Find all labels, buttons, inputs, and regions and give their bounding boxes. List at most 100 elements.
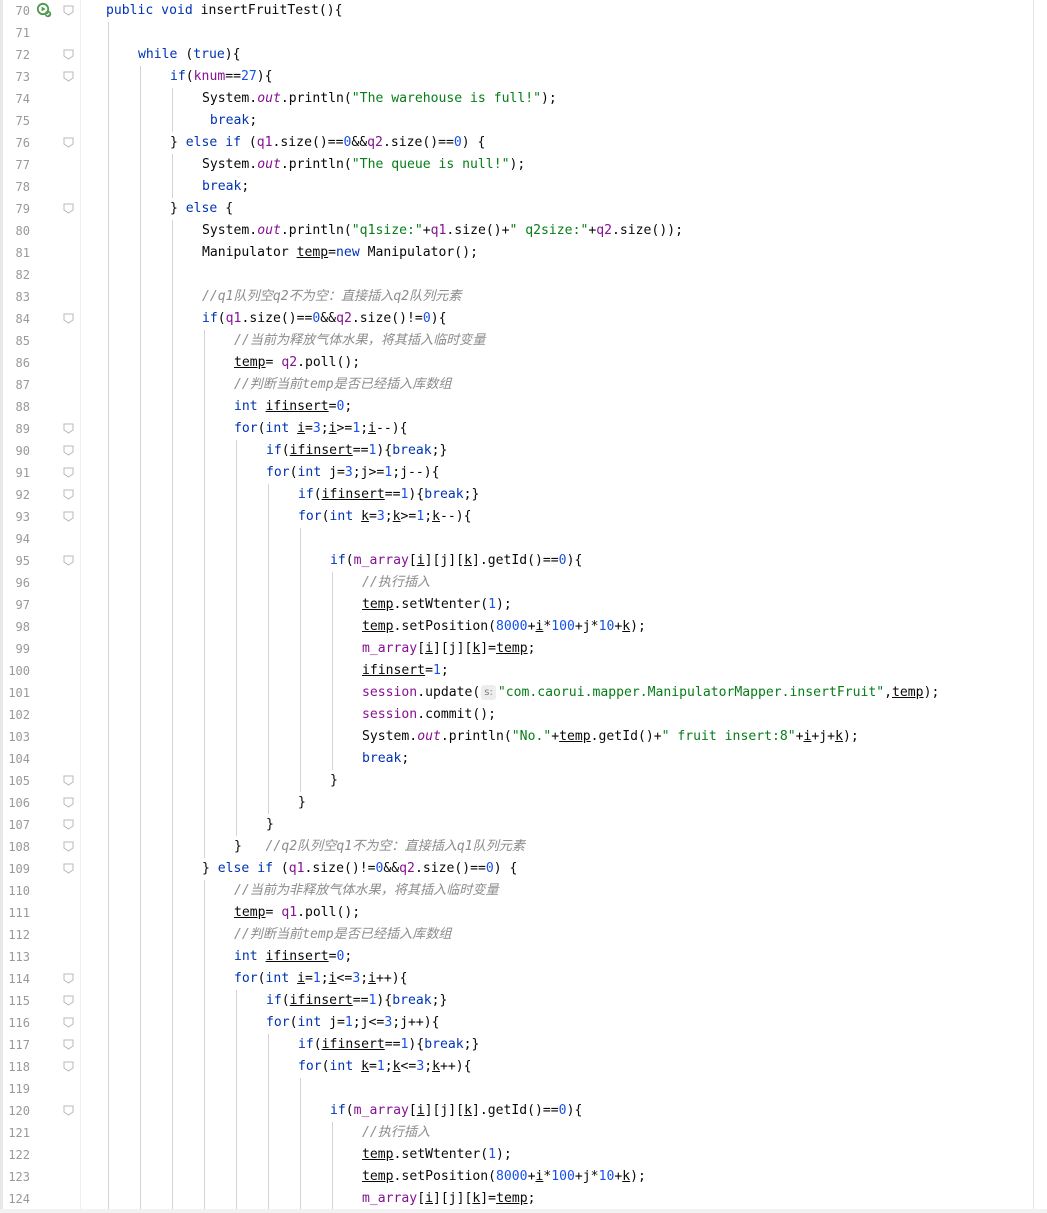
code-line[interactable]: temp.setWtenter(1); <box>362 594 512 616</box>
code-line[interactable]: for(int j=1;j<=3;j++){ <box>266 1012 440 1034</box>
code-token: ); <box>923 685 940 700</box>
code-token: ( <box>280 861 289 876</box>
code-token: q1 <box>225 311 242 326</box>
code-token: k <box>432 509 440 524</box>
code-line[interactable]: for(int i=3;i>=1;i--){ <box>234 418 408 440</box>
code-token: new <box>336 245 368 260</box>
code-line[interactable]: //q1队列空q2不为空：直接插入q2队列元素 <box>202 286 461 308</box>
code-line[interactable]: } <box>330 770 338 792</box>
code-token: .update( <box>417 685 481 700</box>
code-token: ;} <box>463 1037 480 1052</box>
code-token: for <box>266 465 290 480</box>
code-token: k <box>622 619 631 634</box>
code-line[interactable]: System.out.println("No."+temp.getId()+" … <box>362 726 859 748</box>
code-token: temp <box>362 619 394 634</box>
code-token: ;} <box>463 487 480 502</box>
code-token: } <box>170 135 186 150</box>
code-line[interactable]: if(ifinsert==1){break;} <box>266 440 447 462</box>
code-line[interactable]: break; <box>362 748 409 770</box>
code-line[interactable]: //判断当前temp是否已经插入库数组 <box>234 374 452 396</box>
code-token: int <box>234 399 266 414</box>
code-token: ); <box>496 597 512 612</box>
code-editor[interactable]: 70 71 72 73 74 75 76 77 78 79 80 81 82 83 84 85 86 87 88 89… <box>0 0 1047 1213</box>
code-line[interactable]: } else if (q1.size()==0&&q2.size()==0) { <box>170 132 485 154</box>
code-token: m_array <box>353 553 409 568</box>
code-line[interactable]: System.out.println("The warehouse is ful… <box>202 88 557 110</box>
code-token: ){ <box>376 993 393 1008</box>
horizontal-scrollbar[interactable] <box>0 1209 1047 1213</box>
code-token: ++){ <box>440 1059 472 1074</box>
code-token: <= <box>336 971 353 986</box>
code-line[interactable]: temp.setPosition(8000+i*100+j*10+k); <box>362 1166 646 1188</box>
code-line[interactable]: //执行插入 <box>362 1122 430 1144</box>
code-line[interactable]: if(m_array[i][j][k].getId()==0){ <box>330 550 582 572</box>
code-token: ; <box>401 751 410 766</box>
code-token: 0 <box>558 1103 567 1118</box>
code-token: ; <box>424 1059 433 1074</box>
code-token: ); <box>630 619 646 634</box>
code-line[interactable]: if(q1.size()==0&&q2.size()!=0){ <box>202 308 446 330</box>
code-line[interactable]: System.out.println("The queue is null!")… <box>202 154 525 176</box>
code-token: temp <box>234 355 266 370</box>
code-token: else if <box>217 861 281 876</box>
code-token: ][j][ <box>424 553 465 568</box>
code-line[interactable]: temp= q2.poll(); <box>234 352 360 374</box>
code-line[interactable]: } <box>298 792 306 814</box>
code-line[interactable]: } //q2队列空q1不为空：直接插入q1队列元素 <box>234 836 525 858</box>
code-line[interactable]: System.out.println("q1size:"+q1.size()+"… <box>202 220 683 242</box>
code-line[interactable]: } else if (q1.size()!=0&&q2.size()==0) { <box>202 858 517 880</box>
code-line[interactable]: if(ifinsert==1){break;} <box>266 990 447 1012</box>
code-line[interactable]: break; <box>202 176 249 198</box>
code-line[interactable]: for(int i=1;i<=3;i++){ <box>234 968 408 990</box>
code-line[interactable]: for(int j=3;j>=1;j--){ <box>266 462 440 484</box>
code-token: .println( <box>280 223 352 238</box>
code-token: ]= <box>480 641 497 656</box>
code-line[interactable]: int ifinsert=0; <box>234 396 352 418</box>
code-line[interactable]: } else { <box>170 198 233 220</box>
code-line[interactable]: temp.setWtenter(1); <box>362 1144 512 1166</box>
code-line[interactable]: session.update(s: "com.caorui.mapper.Mani… <box>362 682 939 704</box>
code-line[interactable]: Manipulator temp=new Manipulator(); <box>202 242 478 264</box>
code-line[interactable]: if(m_array[i][j][k].getId()==0){ <box>330 1100 582 1122</box>
code-line[interactable]: } <box>266 814 274 836</box>
code-token: temp <box>362 1169 394 1184</box>
code-token: 0 <box>453 135 462 150</box>
code-line[interactable]: //当前为释放气体水果，将其插入临时变量 <box>234 330 485 352</box>
code-line[interactable]: //执行插入 <box>362 572 430 594</box>
code-token: .poll(); <box>297 355 361 370</box>
code-token: ; <box>440 663 449 678</box>
code-token: k <box>392 1059 401 1074</box>
code-line[interactable]: while (true){ <box>138 44 241 66</box>
code-area[interactable]: public void insertFruitTest(){ while (tru… <box>0 0 1047 1213</box>
code-token: ); <box>496 1147 512 1162</box>
code-line[interactable]: m_array[i][j][k]=temp; <box>362 638 536 660</box>
code-line[interactable]: break; <box>202 110 257 132</box>
code-line[interactable]: ifinsert=1; <box>362 660 449 682</box>
code-token: .setPosition( <box>393 1169 497 1184</box>
code-token: } <box>298 795 306 810</box>
code-token: ; <box>241 179 250 194</box>
code-line[interactable]: //判断当前temp是否已经插入库数组 <box>234 924 452 946</box>
code-line[interactable]: if(ifinsert==1){break;} <box>298 1034 479 1056</box>
code-token: 27 <box>241 69 257 84</box>
code-line[interactable]: if(knum==27){ <box>170 66 273 88</box>
code-token: k <box>432 1059 440 1074</box>
code-line[interactable]: temp.setPosition(8000+i*100+j*10+k); <box>362 616 646 638</box>
code-line[interactable]: for(int k=3;k>=1;k--){ <box>298 506 472 528</box>
code-token: m_array <box>362 641 418 656</box>
code-token: break <box>424 487 464 502</box>
code-line[interactable]: for(int k=1;k<=3;k++){ <box>298 1056 472 1078</box>
code-line[interactable]: if(ifinsert==1){break;} <box>298 484 479 506</box>
code-line[interactable]: int ifinsert=0; <box>234 946 352 968</box>
code-token: ){ <box>256 69 273 84</box>
code-line[interactable]: //当前为非释放气体水果，将其插入临时变量 <box>234 880 499 902</box>
code-token: break <box>362 751 402 766</box>
code-token: .println( <box>280 157 352 172</box>
code-line[interactable]: m_array[i][j][k]=temp; <box>362 1188 536 1210</box>
code-token: break <box>392 993 432 1008</box>
code-line[interactable]: session.commit(); <box>362 704 496 726</box>
code-token: Manipulator <box>202 245 297 260</box>
code-line[interactable]: public void insertFruitTest(){ <box>106 0 343 22</box>
code-token: if <box>330 1103 346 1118</box>
code-line[interactable]: temp= q1.poll(); <box>234 902 360 924</box>
